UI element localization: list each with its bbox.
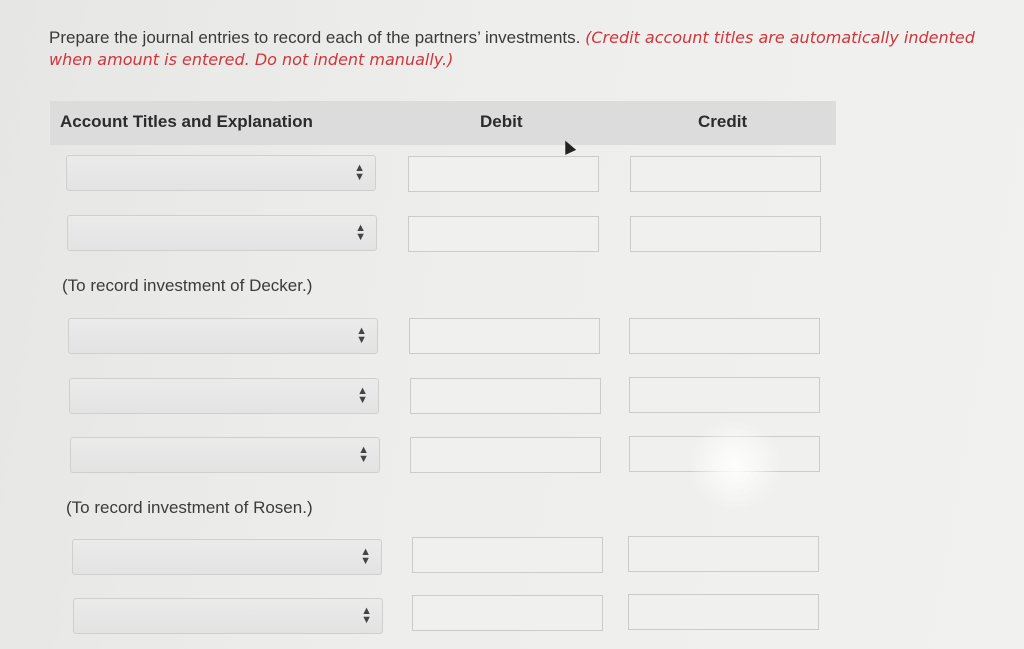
- account-select-7[interactable]: ▲ ▼: [73, 598, 383, 634]
- credit-input-6[interactable]: [628, 536, 819, 572]
- debit-input-3[interactable]: [409, 318, 600, 354]
- credit-input-3[interactable]: [629, 318, 820, 354]
- column-header-account: Account Titles and Explanation: [60, 112, 313, 131]
- up-down-caret-icon: ▲ ▼: [358, 444, 369, 465]
- up-down-caret-icon: ▲ ▼: [360, 546, 371, 567]
- up-down-caret-icon: ▲ ▼: [354, 162, 365, 183]
- account-select-6[interactable]: ▲ ▼: [72, 539, 382, 575]
- up-down-caret-icon: ▲ ▼: [357, 385, 368, 406]
- column-header-debit: Debit: [480, 112, 523, 131]
- explanation-rosen: (To record investment of Rosen.): [66, 498, 313, 517]
- account-select-2[interactable]: ▲ ▼: [67, 215, 377, 251]
- credit-input-2[interactable]: [630, 216, 821, 252]
- up-down-caret-icon: ▲ ▼: [361, 605, 372, 626]
- debit-input-1[interactable]: [408, 156, 599, 192]
- debit-input-7[interactable]: [412, 595, 603, 631]
- debit-input-4[interactable]: [410, 378, 601, 414]
- column-header-credit: Credit: [698, 112, 748, 131]
- account-select-1[interactable]: ▲ ▼: [66, 155, 376, 191]
- up-down-caret-icon: ▲ ▼: [355, 222, 366, 243]
- instructions: Prepare the journal entries to record ea…: [49, 27, 1021, 71]
- credit-input-7[interactable]: [628, 594, 819, 630]
- explanation-decker: (To record investment of Decker.): [62, 276, 313, 295]
- up-down-caret-icon: ▲ ▼: [356, 325, 367, 346]
- debit-input-6[interactable]: [412, 537, 603, 573]
- debit-input-2[interactable]: [408, 216, 599, 252]
- credit-input-5[interactable]: [629, 436, 820, 472]
- credit-input-1[interactable]: [630, 156, 821, 192]
- instructions-lead: Prepare the journal entries to record ea…: [49, 28, 581, 47]
- account-select-4[interactable]: ▲ ▼: [69, 378, 379, 414]
- account-select-3[interactable]: ▲ ▼: [68, 318, 378, 354]
- account-select-5[interactable]: ▲ ▼: [70, 437, 380, 473]
- credit-input-4[interactable]: [629, 377, 820, 413]
- debit-input-5[interactable]: [410, 437, 601, 473]
